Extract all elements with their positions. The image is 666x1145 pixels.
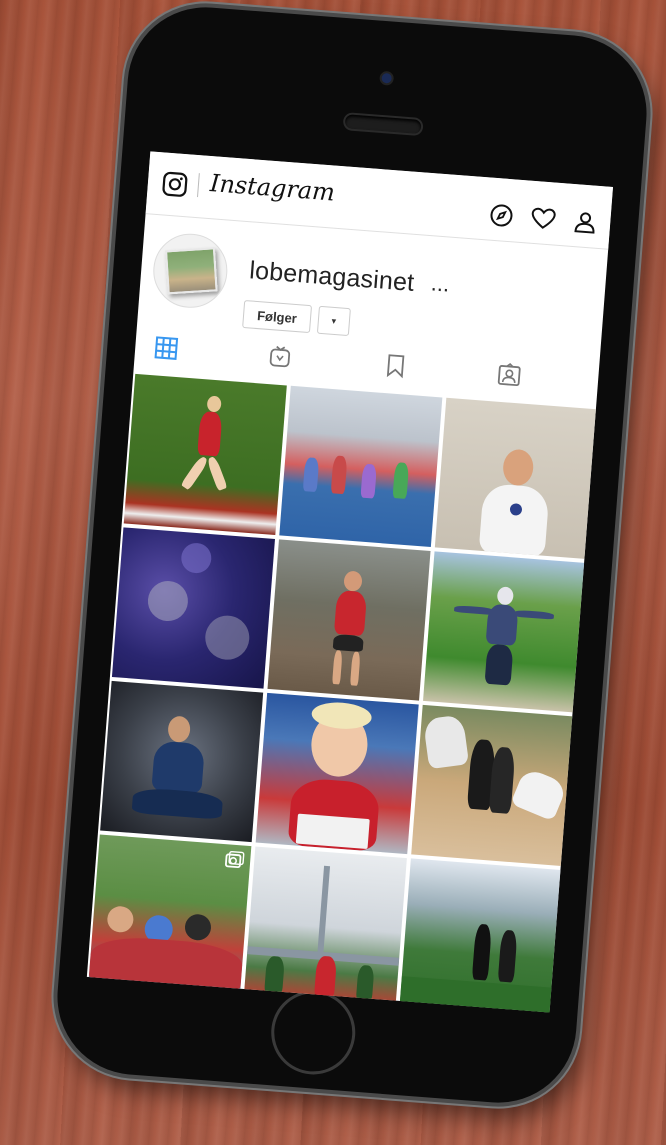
phone-mockup: Instagram lobemagasinet ... Følger ▾	[51, 1, 653, 1109]
post-crowd-cheering[interactable]	[88, 834, 252, 996]
phone-screen: Instagram lobemagasinet ... Følger ▾	[86, 151, 614, 1013]
post-bridge-race[interactable]	[243, 846, 407, 1008]
multiple-posts-icon	[223, 850, 245, 874]
activity-heart-icon[interactable]	[529, 205, 557, 233]
avatar[interactable]	[150, 231, 231, 311]
post-runners-park[interactable]	[399, 858, 563, 1013]
chevron-down-icon: ▾	[331, 315, 337, 326]
more-options-button[interactable]: ...	[430, 270, 450, 297]
tab-posts-grid[interactable]	[152, 335, 180, 361]
post-runner-in-red[interactable]	[267, 539, 431, 701]
tagged-icon	[497, 363, 521, 387]
following-button[interactable]: Følger	[242, 299, 313, 334]
post-smiling-runner-bib[interactable]	[255, 692, 419, 855]
saved-icon	[386, 354, 405, 379]
magazine-cover-image	[164, 247, 218, 295]
post-runner-crouching-dark[interactable]	[100, 680, 264, 843]
post-sprinter-on-grass[interactable]	[123, 373, 287, 536]
post-runners-crowd-street[interactable]	[411, 704, 575, 867]
tab-saved[interactable]	[382, 353, 410, 379]
post-medals-pile[interactable]	[111, 527, 275, 689]
post-man-arms-crossed[interactable]	[434, 397, 598, 559]
tab-tagged[interactable]	[495, 362, 523, 388]
profile-username: lobemagasinet	[248, 256, 416, 297]
tab-igtv[interactable]	[266, 344, 294, 370]
explore-compass-icon[interactable]	[488, 202, 516, 230]
header-actions	[488, 202, 600, 236]
post-track-race[interactable]	[279, 385, 443, 548]
suggestions-dropdown-button[interactable]: ▾	[316, 305, 351, 337]
igtv-icon	[269, 345, 291, 368]
post-runner-antlers-field[interactable]	[423, 551, 587, 713]
logo-divider	[197, 173, 200, 198]
grid-icon	[154, 336, 179, 360]
instagram-wordmark[interactable]: Instagram	[209, 169, 336, 207]
posts-grid	[87, 373, 598, 1013]
profile-person-icon[interactable]	[571, 208, 599, 236]
instagram-camera-icon[interactable]	[161, 170, 189, 203]
